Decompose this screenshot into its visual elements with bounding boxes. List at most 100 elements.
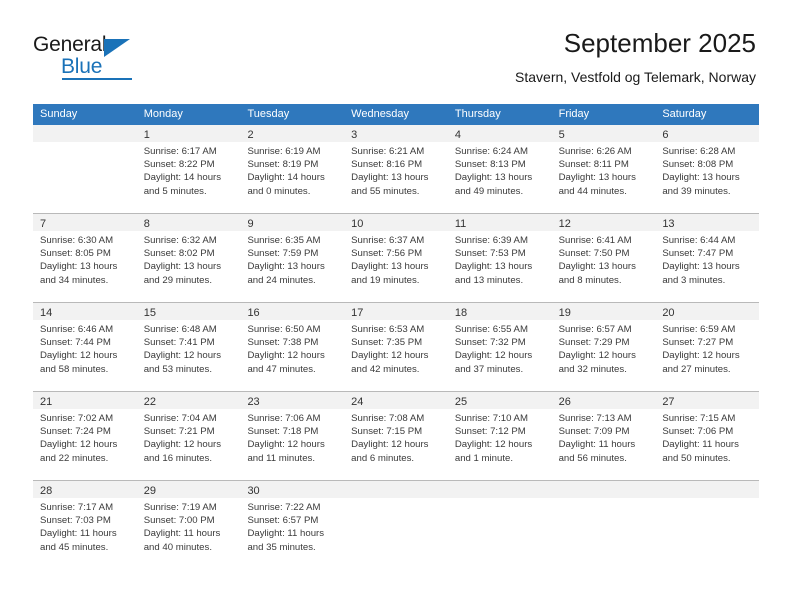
sunset-text: Sunset: 8:05 PM xyxy=(40,248,111,260)
calendar-day-cell-empty xyxy=(655,481,760,569)
calendar-day-cell[interactable]: 8 Sunrise: 6:32 AM Sunset: 8:02 PM Daylight… xyxy=(136,214,241,302)
day-number-bar xyxy=(344,481,448,498)
day-number-bar: 10 xyxy=(344,214,448,231)
daylight-text-line1: Daylight: 13 hours xyxy=(558,261,636,273)
weekday-header-thursday: Thursday xyxy=(454,108,501,120)
calendar-day-cell[interactable]: 12 Sunrise: 6:41 AM Sunset: 7:50 PM Dayligh… xyxy=(551,214,656,302)
page-title: September 2025 xyxy=(563,28,756,58)
sunset-text: Sunset: 7:50 PM xyxy=(558,248,630,260)
day-number: 20 xyxy=(662,307,675,319)
calendar-day-cell[interactable]: 27 Sunrise: 7:15 AM Sunset: 7:06 PM Dayligh… xyxy=(655,392,760,480)
calendar-day-cell[interactable]: 28 Sunrise: 7:17 AM Sunset: 7:03 PM Dayligh… xyxy=(33,481,137,569)
daylight-text-line1: Daylight: 13 hours xyxy=(351,261,429,273)
day-sun-info: Sunrise: 6:53 AM Sunset: 7:35 PM Daylight:… xyxy=(344,320,448,376)
sunset-text: Sunset: 8:19 PM xyxy=(247,159,319,171)
calendar-day-cell[interactable]: 4 Sunrise: 6:24 AM Sunset: 8:13 PM Daylight… xyxy=(447,125,552,213)
sunset-text: Sunset: 7:56 PM xyxy=(351,248,423,260)
sunset-text: Sunset: 7:15 PM xyxy=(351,426,423,438)
calendar-day-cell[interactable]: 24 Sunrise: 7:08 AM Sunset: 7:15 PM Dayligh… xyxy=(344,392,448,480)
daylight-text-line2: and 58 minutes. xyxy=(40,363,109,375)
day-number-bar xyxy=(551,481,656,498)
daylight-text-line1: Daylight: 11 hours xyxy=(558,439,636,451)
day-number: 4 xyxy=(454,129,461,141)
sunrise-text: Sunrise: 7:13 AM xyxy=(558,413,632,424)
calendar-week-row: 1 Sunrise: 6:17 AM Sunset: 8:22 PM Daylight… xyxy=(33,125,760,213)
daylight-text-line2: and 42 minutes. xyxy=(351,363,420,375)
calendar-day-cell[interactable]: 17 Sunrise: 6:53 AM Sunset: 7:35 PM Dayligh… xyxy=(344,303,448,391)
calendar-day-cell-empty xyxy=(447,481,552,569)
calendar-day-cell[interactable]: 26 Sunrise: 7:13 AM Sunset: 7:09 PM Dayligh… xyxy=(551,392,656,480)
sunset-text: Sunset: 7:09 PM xyxy=(558,426,630,438)
daylight-text-line2: and 39 minutes. xyxy=(662,185,731,197)
calendar-day-cell[interactable]: 7 Sunrise: 6:30 AM Sunset: 8:05 PM Daylight… xyxy=(33,214,137,302)
calendar-day-cell[interactable]: 30 Sunrise: 7:22 AM Sunset: 6:57 PM Dayligh… xyxy=(240,481,345,569)
daylight-text-line2: and 19 minutes. xyxy=(351,274,420,286)
day-number-bar: 23 xyxy=(240,392,345,409)
calendar-day-cell[interactable]: 19 Sunrise: 6:57 AM Sunset: 7:29 PM Dayligh… xyxy=(551,303,656,391)
daylight-text-line2: and 29 minutes. xyxy=(143,274,212,286)
calendar-day-cell[interactable]: 1 Sunrise: 6:17 AM Sunset: 8:22 PM Daylight… xyxy=(136,125,241,213)
calendar-day-cell[interactable]: 22 Sunrise: 7:04 AM Sunset: 7:21 PM Dayligh… xyxy=(136,392,241,480)
daylight-text-line2: and 56 minutes. xyxy=(558,452,627,464)
calendar-day-cell[interactable]: 11 Sunrise: 6:39 AM Sunset: 7:53 PM Dayligh… xyxy=(447,214,552,302)
day-number-bar: 21 xyxy=(33,392,137,409)
daylight-text-line2: and 37 minutes. xyxy=(454,363,524,375)
day-number: 17 xyxy=(351,307,364,319)
calendar-day-cell[interactable]: 20 Sunrise: 6:59 AM Sunset: 7:27 PM Dayligh… xyxy=(655,303,760,391)
daylight-text-line2: and 35 minutes. xyxy=(247,541,316,553)
day-number: 23 xyxy=(247,396,260,408)
day-number-bar: 15 xyxy=(136,303,241,320)
sunset-text: Sunset: 7:32 PM xyxy=(454,337,526,349)
day-number: 11 xyxy=(454,218,467,230)
daylight-text-line1: Daylight: 13 hours xyxy=(247,261,325,273)
sunset-text: Sunset: 7:47 PM xyxy=(662,248,734,260)
sunrise-text: Sunrise: 6:32 AM xyxy=(143,235,217,246)
calendar-day-cell[interactable]: 6 Sunrise: 6:28 AM Sunset: 8:08 PM Daylight… xyxy=(655,125,760,213)
calendar-day-cell[interactable]: 21 Sunrise: 7:02 AM Sunset: 7:24 PM Dayligh… xyxy=(33,392,137,480)
calendar-day-cell[interactable]: 29 Sunrise: 7:19 AM Sunset: 7:00 PM Dayligh… xyxy=(136,481,241,569)
sunrise-text: Sunrise: 6:46 AM xyxy=(40,324,114,335)
day-number-bar: 20 xyxy=(655,303,760,320)
daylight-text-line2: and 45 minutes. xyxy=(40,541,109,553)
calendar-day-cell[interactable]: 25 Sunrise: 7:10 AM Sunset: 7:12 PM Dayligh… xyxy=(447,392,552,480)
day-number: 27 xyxy=(662,396,675,408)
calendar-day-cell[interactable]: 18 Sunrise: 6:55 AM Sunset: 7:32 PM Dayligh… xyxy=(447,303,552,391)
sunset-text: Sunset: 7:38 PM xyxy=(247,337,319,349)
day-number-bar: 1 xyxy=(136,125,241,142)
day-sun-info: Sunrise: 6:26 AM Sunset: 8:11 PM Daylight:… xyxy=(552,142,656,198)
sunset-text: Sunset: 7:18 PM xyxy=(247,426,319,438)
day-sun-info: Sunrise: 6:57 AM Sunset: 7:29 PM Daylight:… xyxy=(552,320,656,376)
daylight-text-line2: and 24 minutes. xyxy=(247,274,316,286)
calendar-day-cell[interactable]: 2 Sunrise: 6:19 AM Sunset: 8:19 PM Daylight… xyxy=(240,125,345,213)
calendar-day-cell[interactable]: 5 Sunrise: 6:26 AM Sunset: 8:11 PM Daylight… xyxy=(551,125,656,213)
day-sun-info: Sunrise: 6:39 AM Sunset: 7:53 PM Daylight:… xyxy=(448,231,552,287)
calendar-week-row: 21 Sunrise: 7:02 AM Sunset: 7:24 PM Dayligh… xyxy=(33,391,760,480)
day-number-bar: 28 xyxy=(33,481,137,498)
calendar-day-cell[interactable]: 16 Sunrise: 6:50 AM Sunset: 7:38 PM Dayligh… xyxy=(240,303,345,391)
calendar-day-cell[interactable]: 13 Sunrise: 6:44 AM Sunset: 7:47 PM Dayligh… xyxy=(655,214,760,302)
daylight-text-line1: Daylight: 13 hours xyxy=(662,172,740,184)
day-sun-info: Sunrise: 6:24 AM Sunset: 8:13 PM Daylight:… xyxy=(448,142,552,198)
logo-triangle-icon xyxy=(104,39,130,57)
day-sun-info: Sunrise: 7:08 AM Sunset: 7:15 PM Daylight:… xyxy=(344,409,448,465)
daylight-text-line2: and 47 minutes. xyxy=(247,363,316,375)
day-sun-info: Sunrise: 6:35 AM Sunset: 7:59 PM Daylight:… xyxy=(240,231,344,287)
daylight-text-line1: Daylight: 12 hours xyxy=(558,350,636,362)
day-number-bar: 29 xyxy=(136,481,241,498)
calendar-day-cell[interactable]: 9 Sunrise: 6:35 AM Sunset: 7:59 PM Daylight… xyxy=(240,214,345,302)
sunset-text: Sunset: 7:29 PM xyxy=(558,337,630,349)
calendar-day-cell[interactable]: 3 Sunrise: 6:21 AM Sunset: 8:16 PM Daylight… xyxy=(344,125,448,213)
day-number: 14 xyxy=(40,307,53,319)
day-sun-info: Sunrise: 6:46 AM Sunset: 7:44 PM Daylight:… xyxy=(33,320,137,376)
calendar-day-cell[interactable]: 14 Sunrise: 6:46 AM Sunset: 7:44 PM Dayligh… xyxy=(33,303,137,391)
day-number-bar: 9 xyxy=(240,214,345,231)
sunset-text: Sunset: 7:41 PM xyxy=(143,337,215,349)
sunrise-text: Sunrise: 6:53 AM xyxy=(351,324,425,335)
calendar-day-cell-empty xyxy=(551,481,656,569)
calendar-day-cell[interactable]: 10 Sunrise: 6:37 AM Sunset: 7:56 PM Dayligh… xyxy=(344,214,448,302)
day-sun-info: Sunrise: 6:44 AM Sunset: 7:47 PM Daylight:… xyxy=(655,231,759,287)
calendar-day-cell[interactable]: 15 Sunrise: 6:48 AM Sunset: 7:41 PM Dayligh… xyxy=(136,303,241,391)
sunrise-text: Sunrise: 6:19 AM xyxy=(247,146,321,157)
general-blue-logo[interactable]: General Blue xyxy=(33,33,153,85)
calendar-day-cell[interactable]: 23 Sunrise: 7:06 AM Sunset: 7:18 PM Dayligh… xyxy=(240,392,345,480)
